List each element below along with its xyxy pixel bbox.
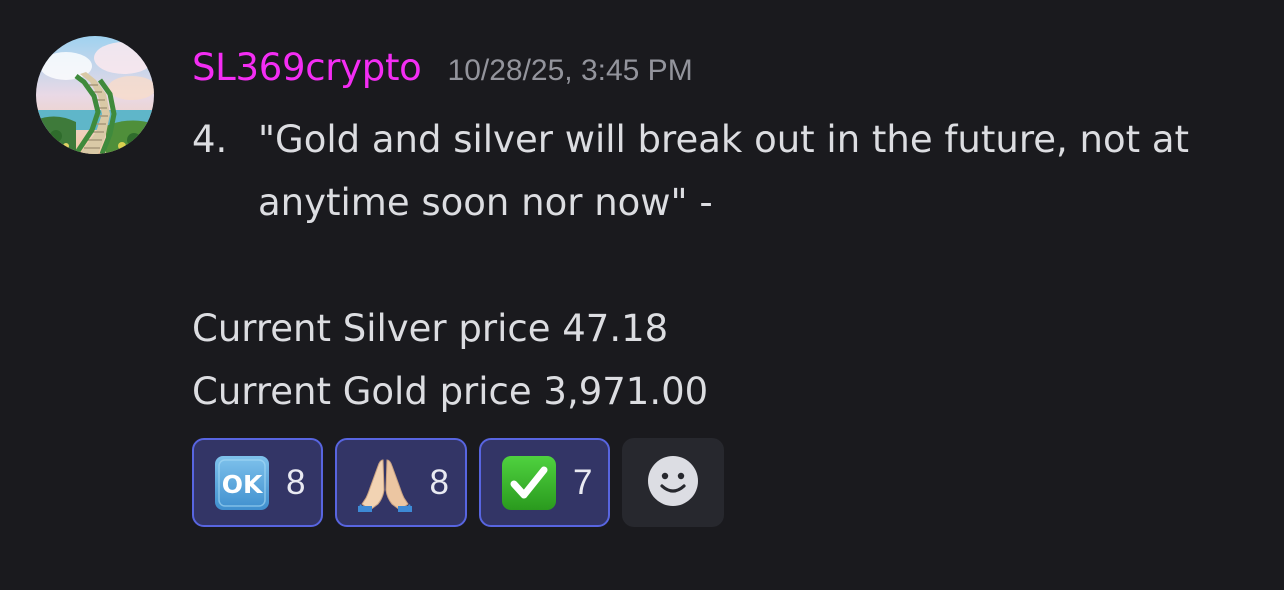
reactions-bar: OK 8 8 7 bbox=[192, 438, 725, 527]
timestamp: 10/28/25, 3:45 PM bbox=[447, 54, 693, 87]
reaction-ok[interactable]: OK 8 bbox=[192, 438, 324, 527]
avatar[interactable] bbox=[36, 36, 154, 154]
reaction-count: 8 bbox=[286, 462, 306, 502]
stairway-landscape-avatar bbox=[36, 36, 154, 154]
reaction-check[interactable]: 7 bbox=[478, 438, 611, 527]
ok-button-icon: OK bbox=[212, 453, 272, 513]
list-number: 4. bbox=[192, 118, 228, 161]
username[interactable]: SL369crypto bbox=[192, 46, 422, 89]
check-mark-button-icon bbox=[499, 453, 559, 513]
reaction-count: 8 bbox=[429, 462, 449, 502]
gold-price-line: Current Gold price 3,971.00 bbox=[192, 370, 709, 413]
list-item: 4. "Gold and silver will break out in th… bbox=[192, 108, 1252, 234]
smiley-face-icon bbox=[647, 455, 699, 511]
silver-price-line: Current Silver price 47.18 bbox=[192, 307, 669, 350]
folded-hands-icon bbox=[355, 453, 415, 513]
svg-text:OK: OK bbox=[222, 470, 264, 499]
message-header: SL369crypto 10/28/25, 3:45 PM bbox=[192, 46, 693, 102]
reaction-pray[interactable]: 8 bbox=[335, 438, 467, 527]
message-content: 4. "Gold and silver will break out in th… bbox=[192, 108, 1252, 423]
reaction-count: 7 bbox=[572, 462, 593, 502]
add-reaction-button[interactable] bbox=[622, 438, 725, 527]
list-item-text: "Gold and silver will break out in the f… bbox=[258, 118, 1190, 224]
chat-message: SL369crypto 10/28/25, 3:45 PM 4. "Gold a… bbox=[0, 0, 1284, 590]
